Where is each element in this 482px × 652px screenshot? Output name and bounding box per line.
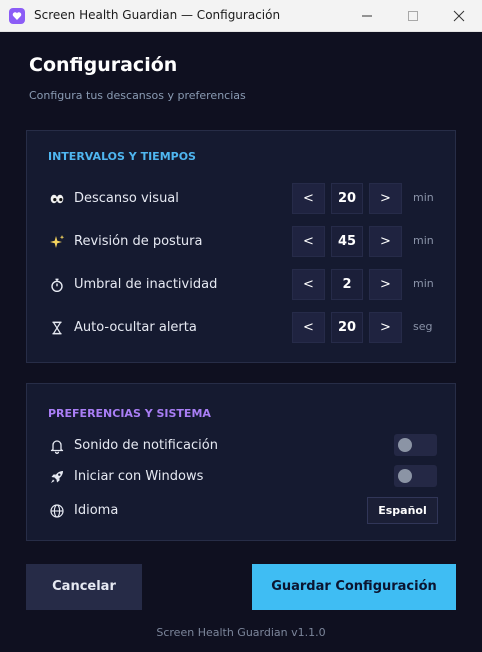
page-subtitle: Configura tus descansos y preferencias [29, 89, 246, 102]
intervals-section-title: INTERVALOS Y TIEMPOS [48, 150, 196, 163]
posture-check-decrease-button[interactable]: < [292, 226, 325, 257]
preferences-section-title: PREFERENCIAS Y SISTEMA [48, 407, 211, 420]
language-label: Idioma [74, 503, 119, 518]
auto-hide-label: Auto-ocultar alerta [74, 320, 197, 335]
notification-sound-toggle[interactable] [394, 434, 437, 456]
posture-check-unit: min [413, 234, 434, 247]
rocket-icon [51, 471, 63, 483]
inactivity-threshold-value: 2 [331, 269, 363, 300]
inactivity-threshold-row: Umbral de inactividad < 2 > min [27, 269, 455, 301]
inactivity-threshold-increase-button[interactable]: > [369, 269, 402, 300]
inactivity-threshold-label: Umbral de inactividad [74, 277, 218, 292]
minimize-icon [362, 15, 372, 17]
title-bar: Screen Health Guardian — Configuración [0, 0, 482, 32]
page-title: Configuración [29, 54, 178, 76]
visual-break-decrease-button[interactable]: < [292, 183, 325, 214]
auto-hide-increase-button[interactable]: > [369, 312, 402, 343]
posture-check-increase-button[interactable]: > [369, 226, 402, 257]
visual-break-increase-button[interactable]: > [369, 183, 402, 214]
maximize-icon [408, 11, 418, 21]
notification-sound-label: Sonido de notificación [74, 438, 218, 453]
intervals-panel: INTERVALOS Y TIEMPOS Descanso visual < 2… [26, 130, 456, 363]
notification-sound-row: Sonido de notificación [27, 434, 455, 458]
visual-break-value: 20 [331, 183, 363, 214]
heart-shield-icon [9, 8, 25, 24]
language-row: Idioma Español [27, 497, 455, 524]
posture-check-value: 45 [331, 226, 363, 257]
auto-hide-unit: seg [413, 320, 433, 333]
posture-check-row: Revisión de postura < 45 > min [27, 226, 455, 258]
save-configuration-button[interactable]: Guardar Configuración [252, 564, 456, 610]
stopwatch-icon [51, 278, 63, 293]
maximize-button[interactable] [390, 0, 436, 32]
language-select-button[interactable]: Español [367, 497, 438, 524]
bell-icon [50, 440, 64, 454]
window-title: Screen Health Guardian — Configuración [34, 8, 281, 22]
visual-break-label: Descanso visual [74, 191, 179, 206]
inactivity-threshold-unit: min [413, 277, 434, 290]
close-icon [453, 10, 465, 22]
cancel-button[interactable]: Cancelar [26, 564, 142, 610]
toggle-knob [398, 438, 412, 452]
eyes-icon [50, 194, 64, 204]
preferences-panel: PREFERENCIAS Y SISTEMA Sonido de notific… [26, 383, 456, 541]
close-button[interactable] [436, 0, 482, 32]
version-label: Screen Health Guardian v1.1.0 [156, 626, 326, 639]
start-with-windows-toggle[interactable] [394, 465, 437, 487]
inactivity-threshold-decrease-button[interactable]: < [292, 269, 325, 300]
visual-break-unit: min [413, 191, 434, 204]
toggle-knob [398, 469, 412, 483]
auto-hide-decrease-button[interactable]: < [292, 312, 325, 343]
auto-hide-row: Auto-ocultar alerta < 20 > seg [27, 312, 455, 344]
auto-hide-value: 20 [331, 312, 363, 343]
hourglass-icon [52, 321, 62, 335]
sparkles-icon [50, 235, 65, 248]
visual-break-row: Descanso visual < 20 > min [27, 183, 455, 215]
posture-check-label: Revisión de postura [74, 234, 203, 249]
minimize-button[interactable] [344, 0, 390, 32]
start-with-windows-label: Iniciar con Windows [74, 469, 204, 484]
start-with-windows-row: Iniciar con Windows [27, 465, 455, 489]
globe-icon [50, 504, 64, 518]
